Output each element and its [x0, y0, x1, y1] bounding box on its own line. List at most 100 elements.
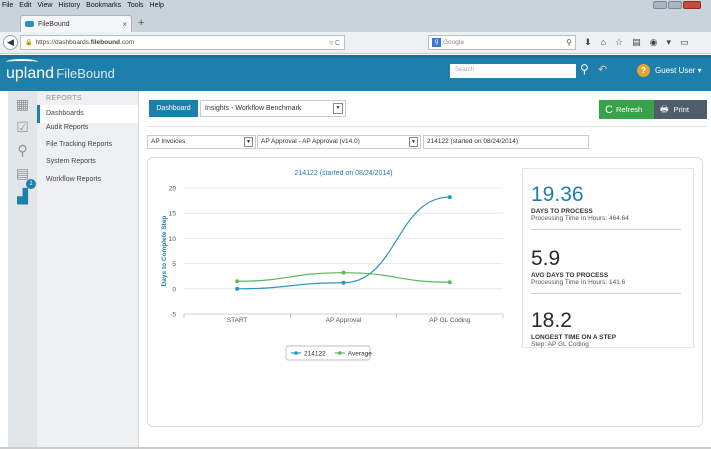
new-tab-button[interactable]: +: [138, 17, 144, 29]
sidebar-item-dashboards[interactable]: Dashboards: [37, 105, 138, 123]
x-tick-label: START: [227, 317, 248, 324]
x-tick-label: AP GL Coding: [429, 317, 471, 324]
help-icon[interactable]: ?: [637, 64, 650, 77]
navigation-bar: ◀ 🔒 https://dashboards. filebound .com ▿ C…: [0, 32, 711, 54]
data-point: [341, 280, 346, 285]
sidebar-item-workflow-reports[interactable]: Workflow Reports: [46, 176, 101, 183]
maximize-button[interactable]: [668, 1, 682, 9]
printer-icon: 🖶: [660, 104, 669, 114]
checkbox-icon[interactable]: ☑: [12, 118, 33, 136]
folder-icon[interactable]: ▭: [680, 37, 689, 48]
menu-view[interactable]: View: [37, 2, 52, 9]
search-icon[interactable]: ⚲: [566, 38, 572, 47]
project-select[interactable]: AP Invoices ▼: [147, 135, 256, 149]
stat-days-to-process: 19.36 DAYS TO PROCESS Processing Time In…: [531, 183, 683, 222]
stats-card: 19.36 DAYS TO PROCESS Processing Time In…: [522, 168, 694, 348]
window-controls: [653, 1, 701, 9]
app-header: upland FileBound Search ⚲ ↶ ? Guest User…: [0, 55, 711, 91]
menu-help[interactable]: Help: [150, 2, 164, 9]
upland-filebound-logo[interactable]: upland FileBound: [6, 59, 115, 83]
chevron-down-icon: ▼: [409, 137, 418, 147]
notification-badge: 1: [26, 179, 36, 189]
file-select[interactable]: 214122 (started on 08/24/2014): [423, 135, 589, 149]
url-domain: filebound: [90, 39, 121, 46]
main-content: Dashboard Insights - Workflow Benchmark …: [140, 91, 711, 449]
refresh-button[interactable]: C Refresh: [599, 100, 654, 119]
menu-bookmarks[interactable]: Bookmarks: [86, 2, 121, 9]
window-close-button[interactable]: [683, 1, 701, 9]
search-icon[interactable]: ⚲: [580, 62, 589, 76]
tab-close-icon[interactable]: ×: [122, 20, 127, 29]
data-point: [341, 270, 346, 275]
undo-icon[interactable]: ↶: [598, 63, 607, 76]
reports-chart-icon[interactable]: ▟: [12, 187, 33, 205]
logo-arc: [6, 59, 38, 65]
y-tick-label: 10: [169, 236, 177, 243]
chevron-down-icon: ▼: [244, 137, 253, 147]
stat-divider: [531, 229, 681, 230]
refresh-icon: C: [605, 104, 613, 116]
y-tick-label: 0: [172, 286, 176, 293]
clipboard-icon[interactable]: ▤: [632, 37, 641, 48]
dashboard-label-button[interactable]: Dashboard: [149, 100, 198, 117]
back-arrow-icon[interactable]: ◀: [3, 35, 18, 50]
search-icon[interactable]: ⚲: [12, 141, 33, 159]
grid-icon[interactable]: ▦: [12, 95, 33, 113]
toolbar-divider: [146, 126, 707, 127]
stat-label: DAYS TO PROCESS: [531, 208, 593, 215]
bookmark-star-icon[interactable]: ☆: [615, 37, 623, 48]
data-point: [447, 195, 452, 200]
user-menu[interactable]: Guest User ▾: [655, 66, 702, 75]
stat-value: 19.36: [531, 183, 584, 206]
menu-history[interactable]: History: [58, 2, 80, 9]
dashboard-select[interactable]: Insights - Workflow Benchmark ▼: [200, 100, 346, 117]
stat-sub: Step: AP GL Coding: [531, 341, 589, 348]
header-accent-band: [0, 55, 711, 58]
lock-icon: 🔒: [25, 40, 33, 46]
addon-icon[interactable]: ◉: [650, 37, 658, 48]
tab-title: FileBound: [38, 20, 70, 28]
menu-tools[interactable]: Tools: [127, 2, 143, 9]
app-search-input[interactable]: Search: [450, 64, 576, 78]
workflow-select-value: AP Approval - AP Approval (v14.0): [261, 138, 360, 145]
legend-marker: [294, 351, 298, 355]
x-tick-label: AP Approval: [326, 317, 362, 324]
data-point: [235, 286, 240, 291]
legend-marker: [338, 351, 342, 355]
print-button[interactable]: 🖶 Print: [654, 100, 707, 119]
menu-file[interactable]: File: [2, 2, 13, 9]
tab-strip: FileBound × +: [0, 10, 711, 32]
print-label: Print: [673, 105, 689, 114]
sidebar-item-audit-reports[interactable]: Audit Reports: [46, 124, 88, 131]
browser-tab[interactable]: FileBound ×: [20, 15, 132, 32]
logo-main-text: upland: [6, 65, 55, 82]
stat-sub: Processing Time In Hours: 464.64: [531, 215, 629, 222]
download-icon[interactable]: ⬇: [584, 37, 592, 48]
icon-rail: ▦ ☑ ⚲ ▤ ▟ 1: [8, 91, 37, 449]
data-point: [447, 280, 452, 285]
project-select-value: AP Invoices: [151, 138, 186, 145]
subnav-title: REPORTS: [46, 95, 82, 102]
url-bar[interactable]: 🔒 https://dashboards. filebound .com ▿ C: [20, 35, 345, 50]
url-suffix: .com: [120, 39, 135, 46]
workflow-select[interactable]: AP Approval - AP Approval (v14.0) ▼: [257, 135, 421, 149]
y-tick-label: 20: [169, 186, 177, 193]
stat-divider: [531, 293, 681, 294]
sidebar-item-file-tracking-reports[interactable]: File Tracking Reports: [46, 141, 112, 148]
browser-toolbar-icons: ⬇ ⌂ ☆ ▤ ◉ ▾ ▭: [584, 37, 688, 48]
data-point: [235, 279, 240, 284]
chevron-down-icon[interactable]: ▾: [666, 37, 671, 48]
reload-icon[interactable]: ▿ C: [329, 39, 340, 47]
stat-label: LONGEST TIME ON A STEP: [531, 334, 617, 341]
dashboard-select-value: Insights - Workflow Benchmark: [205, 105, 302, 112]
stat-longest-step: 18.2 LONGEST TIME ON A STEP Step: AP GL …: [531, 309, 683, 348]
sidebar-item-system-reports[interactable]: System Reports: [46, 158, 96, 165]
menu-edit[interactable]: Edit: [19, 2, 31, 9]
browser-search-placeholder: Google: [443, 39, 464, 46]
minimize-button[interactable]: [653, 1, 667, 9]
chart-title: 214122 (started on 08/24/2014): [294, 170, 392, 177]
benchmark-panel: 214122 (started on 08/24/2014) -5 0 5 10 15 20…: [147, 157, 703, 427]
browser-search-input[interactable]: g Google ⚲: [428, 35, 576, 50]
home-icon[interactable]: ⌂: [601, 37, 606, 48]
stat-sub: Processing Time In Hours: 141.6: [531, 279, 626, 286]
